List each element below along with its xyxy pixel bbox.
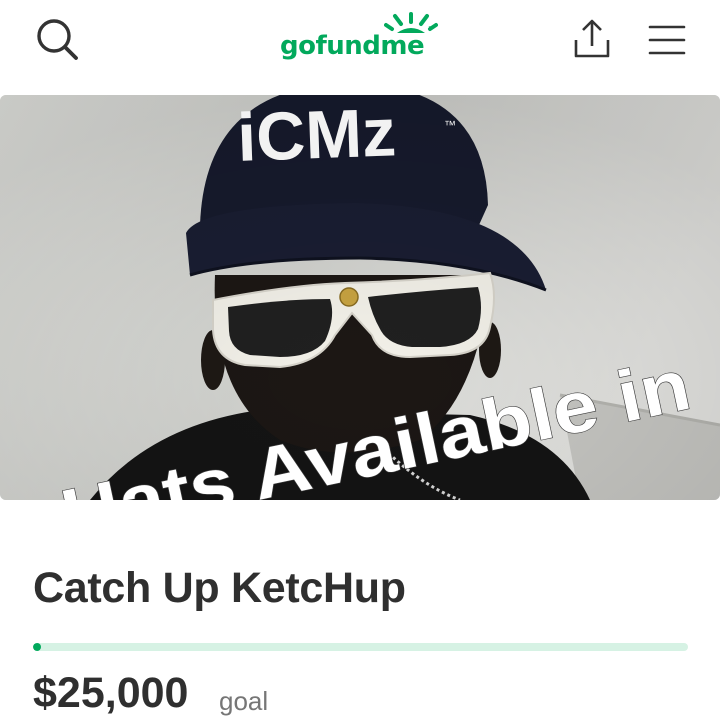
- hat-logo-text: iCMz: [236, 95, 397, 176]
- hamburger-menu-icon: [648, 25, 686, 55]
- logo-text: gofundme: [280, 31, 425, 61]
- campaign-title: Catch Up KetcHup: [33, 564, 406, 612]
- gofundme-logo[interactable]: gofundme ™: [280, 12, 442, 64]
- logo-trademark: ™: [428, 26, 434, 32]
- campaign-hero-image[interactable]: iCMz ™ Hats Available in: [0, 95, 720, 500]
- funding-progress-fill: [33, 643, 41, 651]
- goal-label: goal: [219, 686, 269, 716]
- share-button[interactable]: [566, 14, 618, 66]
- menu-button[interactable]: [642, 14, 694, 66]
- goal-amount: $25,000: [33, 669, 189, 717]
- top-nav-bar: gofundme ™: [0, 0, 720, 90]
- funding-progress-bar: [33, 643, 688, 651]
- hat-logo-trademark: ™: [444, 118, 456, 132]
- search-button[interactable]: [32, 14, 84, 66]
- search-icon: [37, 19, 78, 60]
- share-icon: [574, 19, 610, 58]
- campaign-photo: iCMz ™ Hats Available in: [0, 95, 720, 500]
